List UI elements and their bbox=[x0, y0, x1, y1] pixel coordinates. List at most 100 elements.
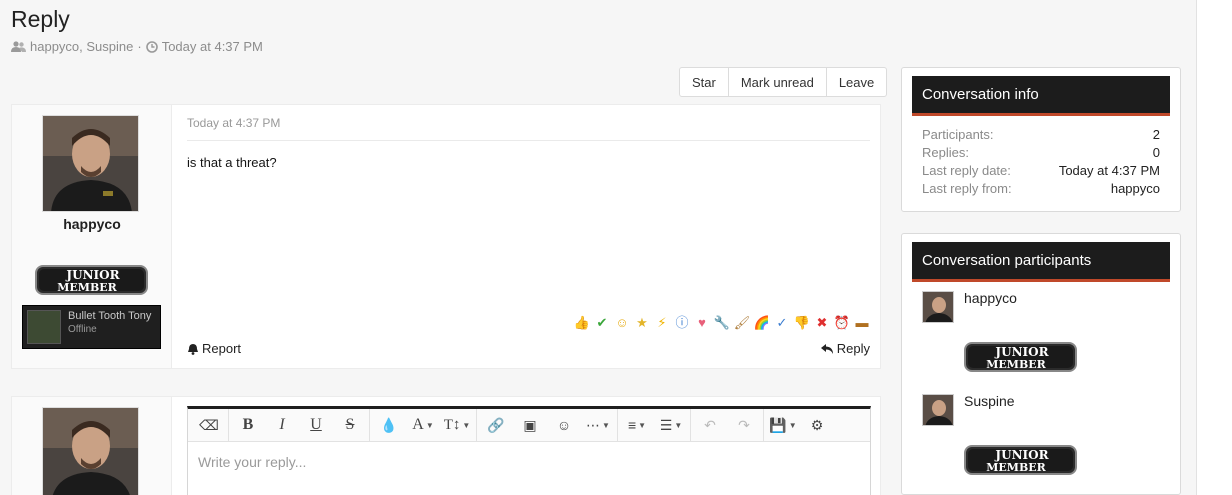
badge-line-2: MEMBER bbox=[57, 281, 117, 294]
message-text: is that a threat? bbox=[187, 155, 277, 170]
badge-line-2: MEMBER bbox=[986, 461, 1046, 474]
page-title: Reply bbox=[11, 6, 70, 32]
underline-icon[interactable]: U bbox=[299, 409, 333, 442]
quick-reply-user bbox=[12, 397, 172, 495]
mark-unread-button[interactable]: Mark unread bbox=[729, 68, 827, 96]
save-draft-icon[interactable]: 💾 ▼ bbox=[766, 409, 800, 442]
message: happyco JUNIOR MEMBER Bullet Tooth Tony … bbox=[11, 104, 881, 369]
image-icon[interactable]: ▣ bbox=[513, 409, 547, 442]
info-value: 0 bbox=[1152, 144, 1160, 160]
rainbow-icon[interactable]: 🌈 bbox=[754, 314, 770, 330]
clock-icon bbox=[145, 40, 158, 53]
wallet-icon[interactable]: ▬ bbox=[854, 314, 870, 330]
reply-input[interactable] bbox=[188, 445, 870, 495]
info-key: Replies: bbox=[922, 144, 969, 160]
report-label: Report bbox=[202, 341, 242, 356]
info-icon[interactable]: ⓘ bbox=[674, 314, 690, 330]
eraser-icon[interactable]: ⌫ bbox=[192, 409, 226, 442]
lightning-icon[interactable]: ⚡ bbox=[654, 314, 670, 330]
star-button[interactable]: Star bbox=[680, 68, 729, 96]
message-author[interactable]: happyco bbox=[12, 216, 172, 232]
bell-icon bbox=[188, 343, 198, 355]
smiley-icon[interactable]: ☺ bbox=[614, 314, 630, 330]
alarm-clock-icon[interactable]: ⏰ bbox=[834, 314, 850, 330]
badge-line-1: JUNIOR bbox=[994, 448, 1049, 462]
link-icon[interactable]: 🔗 bbox=[479, 409, 513, 442]
text-color-icon[interactable]: 💧 bbox=[372, 409, 406, 442]
thumbs-up-icon[interactable]: 👍 bbox=[574, 314, 590, 330]
undo-icon[interactable]: ↶ bbox=[693, 409, 727, 442]
avatar[interactable] bbox=[922, 394, 954, 426]
info-key: Last reply from: bbox=[922, 180, 1012, 196]
cross-icon[interactable]: ✖ bbox=[814, 314, 830, 330]
smilie-icon[interactable]: ☺ bbox=[547, 409, 581, 442]
align-icon[interactable]: ≡ ▼ bbox=[620, 409, 654, 442]
message-body: Today at 4:37 PM is that a threat? 👍 ✔ ☺… bbox=[187, 105, 870, 368]
avatar[interactable] bbox=[42, 115, 139, 212]
profile-card[interactable]: Bullet Tooth Tony Offline bbox=[22, 305, 161, 349]
conversation-meta: happyco, Suspine · Today at 4:37 PM bbox=[11, 39, 263, 54]
reply-editor: ⌫ B I U S 💧 A▼ T↕▼ 🔗 ▣ ☺ ⋯▼ ≡▼ ☰▼ ↶ bbox=[187, 406, 871, 495]
info-value[interactable]: happyco bbox=[1111, 181, 1160, 196]
badge-line-2: MEMBER bbox=[986, 358, 1046, 371]
users-icon bbox=[11, 40, 26, 52]
star-icon[interactable]: ★ bbox=[634, 314, 650, 330]
participant-name[interactable]: Suspine bbox=[964, 393, 1015, 409]
junior-member-badge: JUNIOR MEMBER bbox=[964, 445, 1077, 475]
conversation-participants-block: Conversation participants happyco JUNIOR… bbox=[901, 233, 1181, 495]
participant-item: Suspine JUNIOR MEMBER bbox=[902, 385, 1180, 488]
info-row-replies: Replies: 0 bbox=[922, 143, 1160, 161]
editor-toolbar: ⌫ B I U S 💧 A▼ T↕▼ 🔗 ▣ ☺ ⋯▼ ≡▼ ☰▼ ↶ bbox=[188, 408, 870, 442]
message-divider bbox=[187, 140, 870, 141]
info-key: Last reply date: bbox=[922, 162, 1011, 178]
reply-link[interactable]: Reply bbox=[820, 341, 870, 356]
redo-icon[interactable]: ↷ bbox=[727, 409, 761, 442]
profile-card-status: Offline bbox=[68, 324, 97, 335]
info-row-participants: Participants: 2 bbox=[922, 125, 1160, 143]
reply-label: Reply bbox=[836, 341, 870, 356]
info-value: Today at 4:37 PM bbox=[1058, 162, 1160, 178]
spellcheck-icon[interactable]: ✓ bbox=[774, 314, 790, 330]
message-date[interactable]: Today at 4:37 PM bbox=[187, 116, 280, 130]
avatar bbox=[42, 407, 139, 495]
participants-title: Conversation participants bbox=[912, 242, 1170, 282]
strikethrough-icon[interactable]: S bbox=[333, 409, 367, 442]
participant-item: happyco JUNIOR MEMBER bbox=[902, 282, 1180, 385]
quick-reply: ⌫ B I U S 💧 A▼ T↕▼ 🔗 ▣ ☺ ⋯▼ ≡▼ ☰▼ ↶ bbox=[11, 396, 881, 495]
info-row-last-reply-from: Last reply from: happyco bbox=[922, 179, 1160, 197]
report-link[interactable]: Report bbox=[187, 341, 241, 356]
profile-card-name: Bullet Tooth Tony bbox=[68, 310, 152, 322]
participants-line[interactable]: happyco, Suspine bbox=[30, 39, 133, 54]
list-icon[interactable]: ☰ ▼ bbox=[654, 409, 688, 442]
reply-icon bbox=[820, 343, 833, 354]
font-size-icon[interactable]: T↕ ▼ bbox=[440, 409, 474, 442]
wrench-icon[interactable]: 🔧 bbox=[714, 314, 730, 330]
info-row-last-reply-date: Last reply date: Today at 4:37 PM bbox=[922, 161, 1160, 179]
conversation-actions: Star Mark unread Leave bbox=[679, 67, 888, 97]
conversation-date: Today at 4:37 PM bbox=[161, 39, 263, 54]
more-icon[interactable]: ⋯ ▼ bbox=[581, 409, 615, 442]
info-value: 2 bbox=[1152, 126, 1160, 142]
font-family-icon[interactable]: A ▼ bbox=[406, 409, 440, 442]
avatar[interactable] bbox=[922, 291, 954, 323]
conversation-info-block: Conversation info Participants: 2 Replie… bbox=[901, 67, 1181, 212]
bold-icon[interactable]: B bbox=[231, 409, 265, 442]
leave-button[interactable]: Leave bbox=[827, 68, 886, 96]
gear-icon[interactable]: ⚙ bbox=[800, 409, 834, 442]
badge-line-1: JUNIOR bbox=[994, 345, 1049, 359]
message-user-info: happyco JUNIOR MEMBER Bullet Tooth Tony … bbox=[12, 105, 172, 368]
conversation-info-title: Conversation info bbox=[912, 76, 1170, 116]
meta-separator: · bbox=[137, 39, 142, 54]
right-gutter bbox=[1196, 0, 1232, 495]
info-key: Participants: bbox=[922, 126, 994, 142]
heart-icon[interactable]: ♥ bbox=[694, 314, 710, 330]
badge-line-1: JUNIOR bbox=[65, 268, 120, 282]
participant-name[interactable]: happyco bbox=[964, 290, 1017, 306]
junior-member-badge: JUNIOR MEMBER bbox=[964, 342, 1077, 372]
italic-icon[interactable]: I bbox=[265, 409, 299, 442]
thumbs-down-icon[interactable]: 👎 bbox=[794, 314, 810, 330]
reaction-bar: 👍 ✔ ☺ ★ ⚡ ⓘ ♥ 🔧 🖌 🌈 ✓ 👎 ✖ ⏰ ▬ bbox=[574, 314, 870, 330]
profile-card-thumb bbox=[27, 310, 61, 344]
paintbrush-icon[interactable]: 🖌 bbox=[734, 314, 751, 330]
check-icon[interactable]: ✔ bbox=[594, 314, 610, 330]
